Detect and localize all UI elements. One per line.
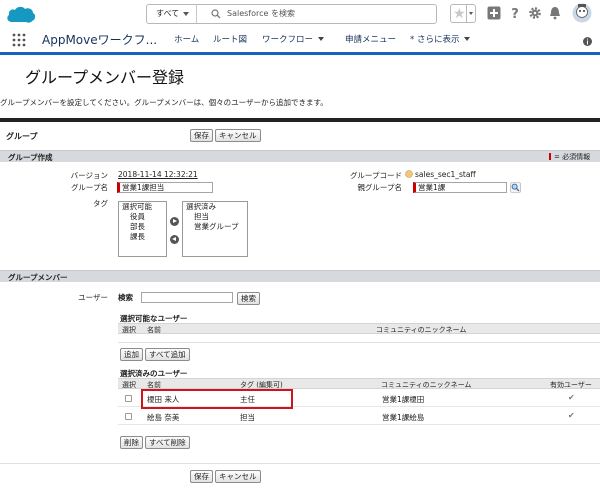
available-tags-list[interactable]: 選択可能 役員 部長 課長 <box>118 201 167 257</box>
nav-item-workflow-label: ワークフロー <box>262 35 314 45</box>
list-item[interactable]: 営業グループ <box>183 222 247 232</box>
global-header: すべて Salesforce を検索 ★ ? <box>0 0 600 30</box>
row-select-checkbox[interactable] <box>125 413 132 420</box>
gear-icon[interactable] <box>528 6 542 20</box>
delete-button[interactable]: 削除 <box>120 436 143 449</box>
selected-tags-header: 選択済み <box>186 202 216 211</box>
chevron-down-icon <box>464 37 471 41</box>
column-header: コミュニティのニックネーム <box>381 381 472 389</box>
group-name-label: グループ名 <box>70 183 108 192</box>
add-button[interactable]: 追加 <box>120 348 143 361</box>
column-header: コミュニティのニックネーム <box>376 326 467 334</box>
required-marker <box>549 153 551 160</box>
list-item[interactable]: 課長 <box>119 232 166 242</box>
cancel-button[interactable]: キャンセル <box>215 129 261 142</box>
tag-label: タグ <box>93 199 108 208</box>
user-search-button[interactable]: 検索 <box>237 292 260 305</box>
column-header: 選択 <box>122 326 136 334</box>
avatar[interactable] <box>572 2 592 24</box>
nav-item-home[interactable]: ホーム <box>174 34 199 46</box>
table-row: 絵島 奈美 担当 営業1課絵島 ✔ <box>118 408 600 425</box>
bell-icon[interactable] <box>548 6 562 20</box>
favorites-button[interactable]: ★ <box>450 4 476 23</box>
nav-item-workflow[interactable]: ワークフロー <box>262 34 325 46</box>
column-header: 名前 <box>147 326 161 334</box>
list-item[interactable]: 部長 <box>119 222 166 232</box>
page-description: グループメンバーを設定してください。グループメンバーは、個々のユーザーから追加で… <box>0 98 328 107</box>
selected-users-table-header: 選択 名前 タグ (編集可) コミュニティのニックネーム 有効ユーザー <box>118 378 600 389</box>
svg-text:?: ? <box>511 7 519 20</box>
group-code-value: sales_sec1_staff <box>415 170 476 179</box>
chevron-down-icon <box>183 12 189 16</box>
nav-item-more-label: * さらに表示 <box>410 35 460 45</box>
nav-item-more[interactable]: * さらに表示 <box>410 34 471 46</box>
star-icon: ★ <box>453 6 466 22</box>
section-divider <box>0 118 600 122</box>
list-item[interactable]: 役員 <box>119 212 166 222</box>
available-tags-header: 選択可能 <box>122 202 152 211</box>
group-members-header: グループメンバー <box>0 270 600 282</box>
row-select-checkbox[interactable] <box>125 395 132 402</box>
member-nickname: 営業1課榎田 <box>382 395 425 404</box>
parent-group-field[interactable]: 営業1課 <box>413 182 507 193</box>
group-create-header: グループ作成 = 必須情報 <box>0 150 600 162</box>
search-label: 検索 <box>118 293 133 302</box>
list-item[interactable]: 担当 <box>183 212 247 222</box>
add-icon[interactable] <box>487 6 501 20</box>
move-right-button[interactable] <box>170 217 179 226</box>
footer-cancel-button[interactable]: キャンセル <box>215 470 261 483</box>
app-name: AppMoveワークフ... <box>42 33 158 47</box>
group-members-title: グループメンバー <box>8 273 68 282</box>
add-all-button[interactable]: すべて追加 <box>145 348 190 361</box>
group-code-label: グループコード <box>349 171 402 180</box>
active-user-check-icon: ✔ <box>568 411 575 420</box>
table-divider <box>118 342 600 343</box>
arrow-right-icon <box>173 219 177 223</box>
page-title: グループメンバー登録 <box>25 68 185 87</box>
move-left-button[interactable] <box>170 235 179 244</box>
active-user-check-icon: ✔ <box>568 393 575 402</box>
column-header: 選択 <box>122 381 136 389</box>
delete-all-button[interactable]: すべて削除 <box>145 436 190 449</box>
search-icon <box>211 9 221 19</box>
lock-icon <box>405 170 413 178</box>
salesforce-logo-icon[interactable] <box>6 5 36 25</box>
member-tag-field[interactable]: 担当 <box>240 412 255 423</box>
highlight-annotation-box <box>141 389 293 409</box>
footer-divider <box>0 463 600 464</box>
search-scope-label: すべて <box>156 9 180 18</box>
nav-item-request-menu[interactable]: 申請メニュー <box>345 34 396 46</box>
help-icon[interactable]: ? <box>508 6 522 20</box>
user-label: ユーザー <box>78 293 108 302</box>
version-label: バージョン <box>70 171 108 180</box>
member-name: 絵島 奈美 <box>147 413 180 422</box>
group-create-title: グループ作成 <box>8 153 53 162</box>
footer-save-button[interactable]: 保存 <box>190 470 213 483</box>
save-button[interactable]: 保存 <box>190 129 213 142</box>
selected-tags-list[interactable]: 選択済み 担当 営業グループ <box>182 201 248 257</box>
required-info-text: = 必須情報 <box>554 153 591 161</box>
member-nickname: 営業1課絵島 <box>382 413 425 422</box>
lookup-search-icon[interactable] <box>510 182 521 193</box>
parent-group-label: 親グループ名 <box>357 183 402 192</box>
chevron-down-icon <box>469 12 473 15</box>
global-search[interactable]: すべて Salesforce を検索 <box>146 4 437 24</box>
group-name-field[interactable]: 営業1課担当 <box>117 182 213 193</box>
version-value: 2018-11-14 12:32:21 <box>118 170 198 179</box>
favorites-dropdown[interactable] <box>466 5 475 22</box>
app-launcher-icon[interactable] <box>12 33 26 47</box>
available-users-table-header: 選択 名前 コミュニティのニックネーム <box>118 323 600 334</box>
group-section-label: グループ <box>6 132 38 141</box>
search-scope-select[interactable]: すべて <box>147 5 197 23</box>
nav-item-route-diagram[interactable]: ルート図 <box>213 34 247 46</box>
app-navigation: AppMoveワークフ... ホーム ルート図 ワークフロー 申請メニュー * … <box>0 30 600 55</box>
arrow-left-icon <box>172 237 176 241</box>
column-header: 有効ユーザー <box>550 381 592 389</box>
user-search-input[interactable] <box>141 292 233 303</box>
search-input[interactable]: Salesforce を検索 <box>227 5 295 23</box>
info-icon[interactable] <box>583 37 592 46</box>
chevron-down-icon <box>318 37 325 41</box>
